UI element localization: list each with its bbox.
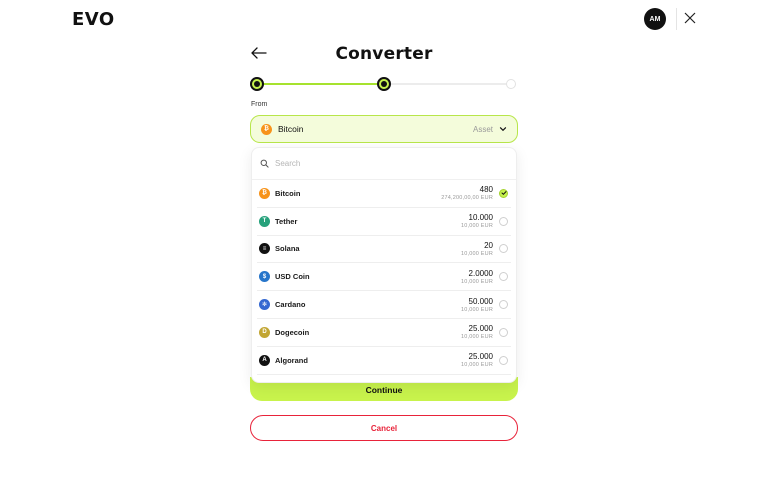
asset-select[interactable]: ₿ Bitcoin Asset xyxy=(250,115,518,143)
search-icon xyxy=(260,159,269,168)
from-label: From xyxy=(251,101,268,108)
stepper-step-3 xyxy=(506,79,516,89)
asset-fiat-value: 274,200,00,00 EUR xyxy=(441,195,493,202)
asset-radio[interactable] xyxy=(499,216,508,226)
dogecoin-icon: D xyxy=(259,326,270,338)
asset-fiat-value: 10,000 EUR xyxy=(461,334,493,341)
page-title: Converter xyxy=(335,44,433,64)
asset-name: Bitcoin xyxy=(275,188,301,198)
asset-radio[interactable] xyxy=(499,300,508,310)
asset-row-usd-coin[interactable]: $ USD Coin 2.0000 10,000 EUR xyxy=(257,263,511,292)
asset-amounts: 25.000 10,000 EUR xyxy=(461,324,493,340)
asset-name: Algorand xyxy=(275,355,308,365)
asset-select-placeholder: Asset xyxy=(472,124,493,134)
asset-row-bitcoin[interactable]: ₿ Bitcoin 480 274,200,00,00 EUR xyxy=(257,180,511,208)
header-divider xyxy=(676,8,677,30)
search-bar xyxy=(252,148,516,180)
stepper-step-2 xyxy=(377,77,391,91)
usd-coin-icon: $ xyxy=(259,271,270,283)
progress-stepper xyxy=(250,76,518,92)
stepper-track-pending xyxy=(384,83,511,85)
asset-list: ₿ Bitcoin 480 274,200,00,00 EUR T Tether 10.00… xyxy=(252,180,516,375)
asset-amount: 480 xyxy=(479,185,493,195)
asset-name: USD Coin xyxy=(275,272,310,282)
asset-row-cardano[interactable]: ✻ Cardano 50.000 10,000 EUR xyxy=(257,291,511,319)
asset-amounts: 480 274,200,00,00 EUR xyxy=(441,185,493,201)
asset-row-algorand[interactable]: A Algorand 25.000 10,000 EUR xyxy=(257,347,511,375)
asset-name: Dogecoin xyxy=(275,327,310,337)
asset-amount: 20 xyxy=(484,240,493,250)
asset-fiat-value: 10,000 EUR xyxy=(461,306,493,313)
asset-radio[interactable] xyxy=(499,188,508,198)
asset-name: Solana xyxy=(275,244,300,254)
close-icon xyxy=(684,12,696,24)
asset-radio[interactable] xyxy=(499,272,508,282)
asset-amount: 25.000 xyxy=(468,324,493,334)
algorand-icon: A xyxy=(259,354,270,366)
asset-fiat-value: 10,000 EUR xyxy=(461,223,493,230)
asset-row-solana[interactable]: ≡ Solana 20 10,000 EUR xyxy=(257,236,511,264)
tether-icon: T xyxy=(259,215,270,227)
asset-radio[interactable] xyxy=(499,327,508,337)
asset-amount: 2.0000 xyxy=(468,268,493,278)
user-avatar[interactable]: AM xyxy=(644,8,666,30)
evo-logo: EVO xyxy=(72,9,115,30)
asset-radio[interactable] xyxy=(499,355,508,365)
selected-asset-name: Bitcoin xyxy=(278,124,304,134)
asset-amounts: 20 10,000 EUR xyxy=(461,241,493,257)
asset-fiat-value: 10,000 EUR xyxy=(461,362,493,369)
search-input[interactable] xyxy=(275,159,475,168)
cardano-icon: ✻ xyxy=(259,299,270,311)
asset-amounts: 25.000 10,000 EUR xyxy=(461,352,493,368)
asset-radio[interactable] xyxy=(499,244,508,254)
bitcoin-icon: ₿ xyxy=(259,187,270,199)
asset-dropdown: ₿ Bitcoin 480274,200,00,00 EUR T Tether 10.00… xyxy=(251,147,517,383)
asset-amounts: 50.000 10,000 EUR xyxy=(461,297,493,313)
stepper-step-1 xyxy=(250,77,264,91)
asset-name: Cardano xyxy=(275,300,306,310)
chevron-down-icon xyxy=(499,127,507,132)
asset-amount: 50.000 xyxy=(468,296,493,306)
asset-name: Tether xyxy=(275,216,298,226)
asset-amount: 10.000 xyxy=(468,213,493,223)
asset-fiat-value: 10,000 EUR xyxy=(461,278,493,285)
asset-row-tether[interactable]: T Tether 10.000 10,000 EUR xyxy=(257,208,511,236)
close-button[interactable] xyxy=(682,10,698,26)
cancel-button[interactable]: Cancel xyxy=(250,415,518,441)
bitcoin-icon: ₿ xyxy=(261,123,272,135)
stepper-track-complete xyxy=(257,83,384,85)
asset-amount: 25.000 xyxy=(468,352,493,362)
asset-row-dogecoin[interactable]: D Dogecoin 25.000 10,000 EUR xyxy=(257,319,511,347)
asset-fiat-value: 10,000 EUR xyxy=(461,250,493,257)
asset-amounts: 10.000 10,000 EUR xyxy=(461,213,493,229)
asset-amounts: 2.0000 10,000 EUR xyxy=(461,269,493,285)
solana-icon: ≡ xyxy=(259,243,270,255)
